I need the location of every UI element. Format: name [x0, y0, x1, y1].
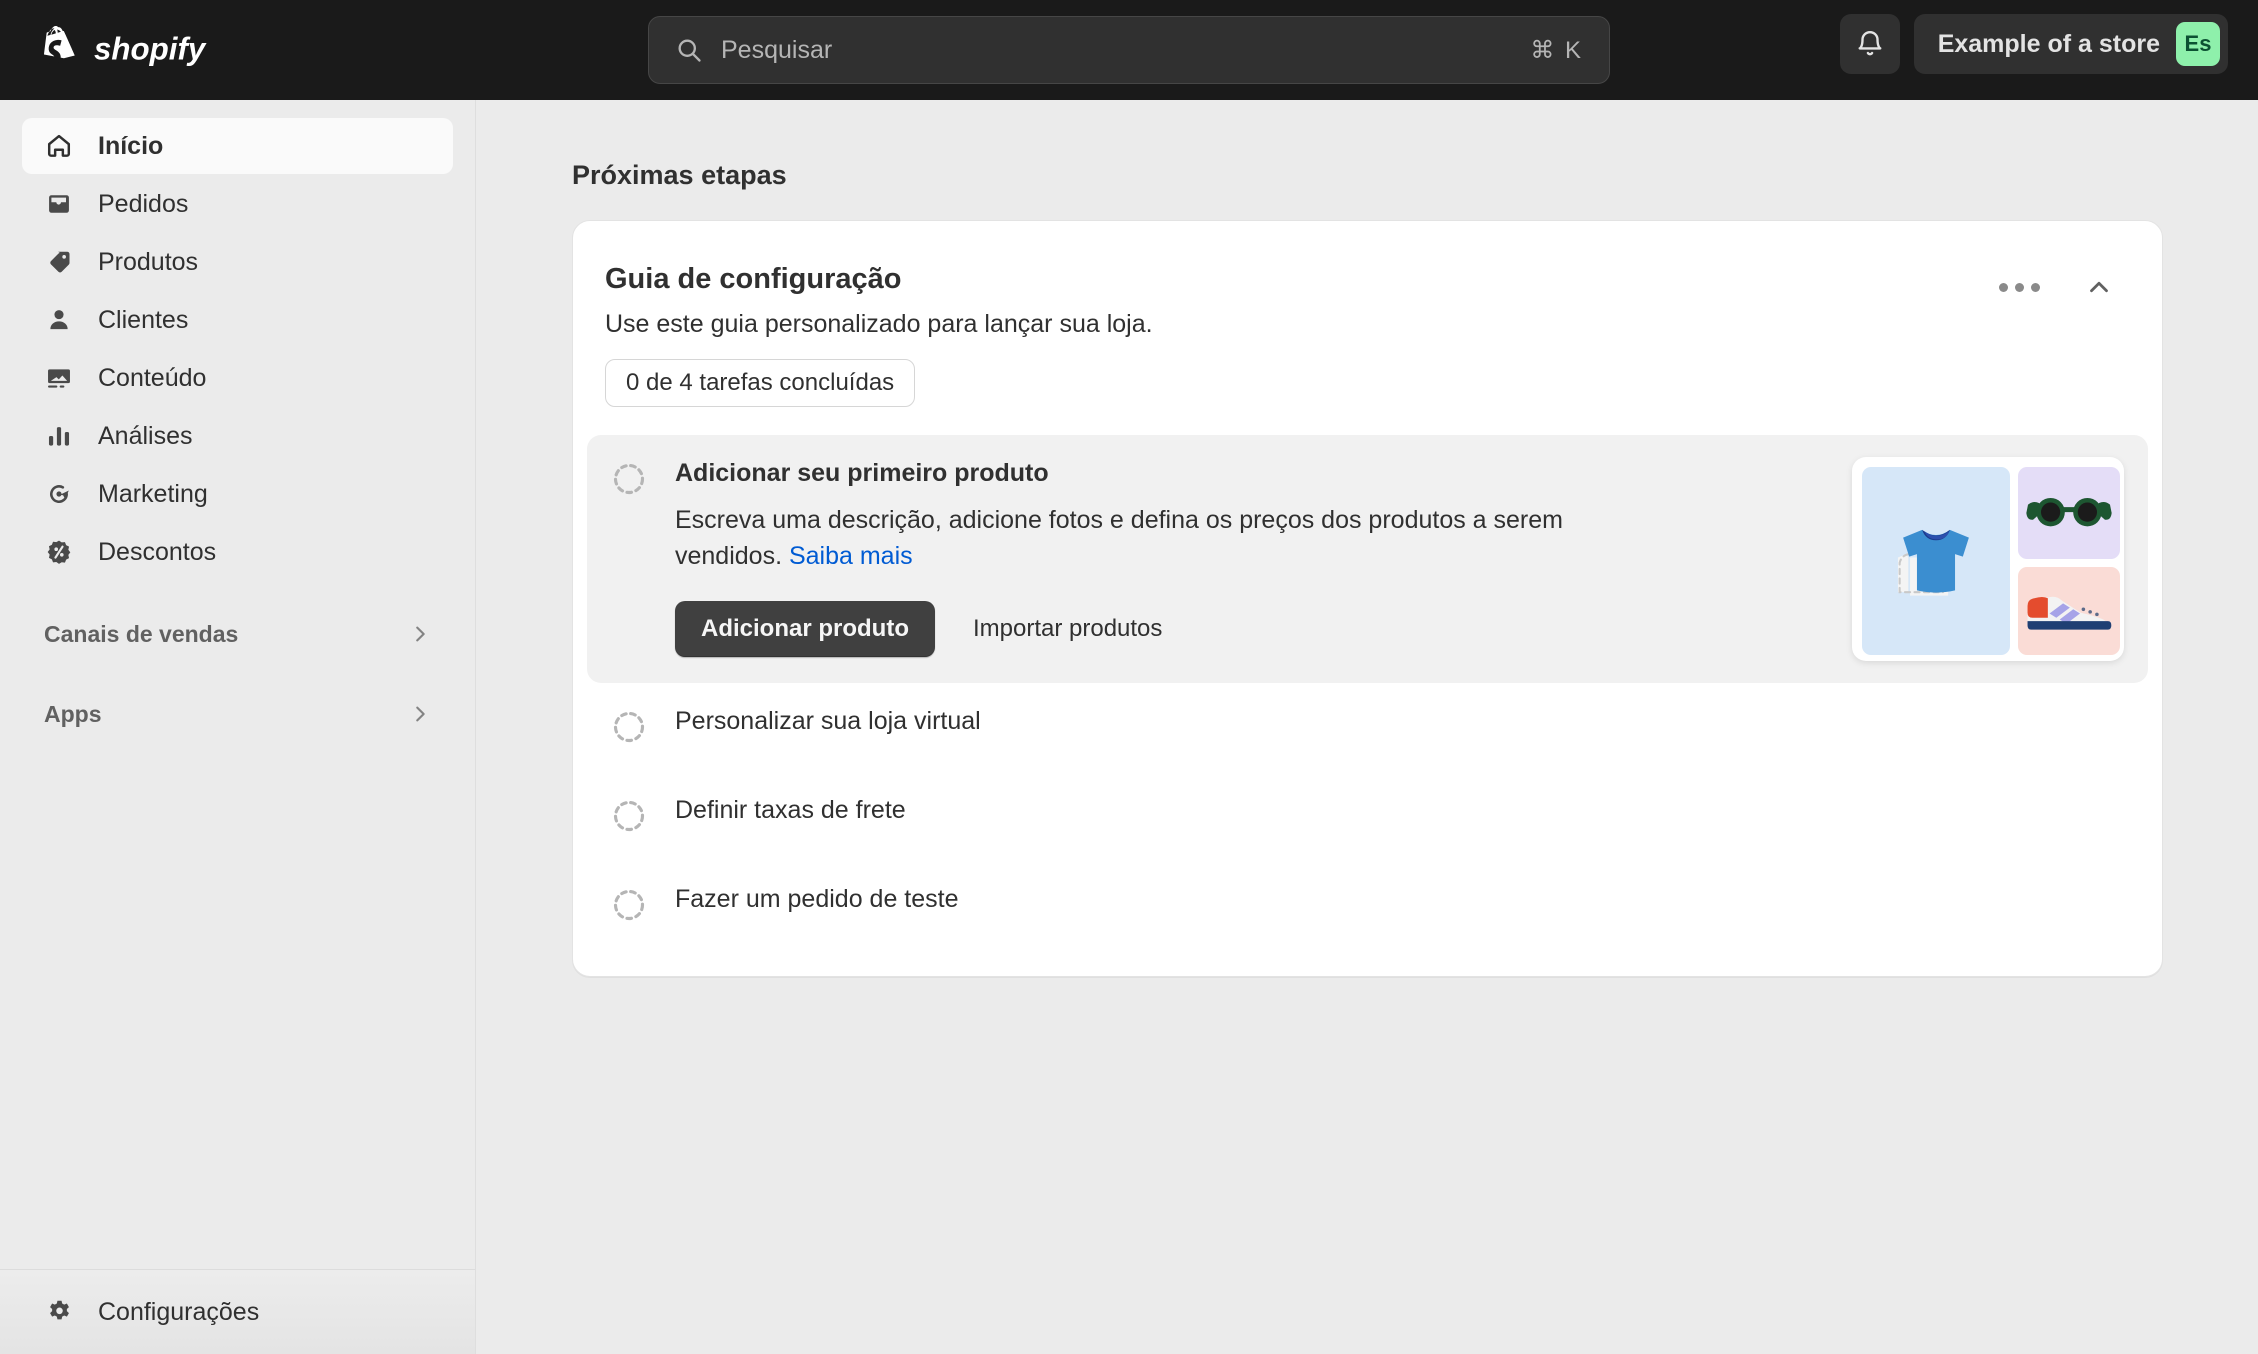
- chevron-right-icon: [416, 706, 425, 722]
- task-status[interactable]: [611, 883, 675, 928]
- shopify-bag-icon: [44, 26, 75, 65]
- sidebar-item-label: Conteúdo: [98, 363, 207, 392]
- task-status[interactable]: [611, 457, 675, 661]
- tshirt-icon: [1897, 529, 1969, 596]
- sidebar-item-label: Produtos: [98, 247, 199, 276]
- incomplete-circle-icon: [613, 800, 645, 832]
- sidebar-item-label: Análises: [98, 421, 193, 450]
- avatar: Es: [2176, 22, 2220, 66]
- svg-text:shopify: shopify: [94, 32, 207, 66]
- notifications-button[interactable]: [1839, 14, 1900, 74]
- orders-icon: [44, 189, 74, 219]
- setup-guide-actions: [1990, 261, 2128, 313]
- task-pedido-de-teste[interactable]: Fazer um pedido de teste: [587, 861, 2148, 950]
- task-definir-taxas-frete[interactable]: Definir taxas de frete: [587, 772, 2148, 861]
- setup-task-list: Adicionar seu primeiro produto Escreva u…: [573, 435, 2162, 950]
- sidebar-item-inicio[interactable]: Início: [22, 118, 453, 174]
- gear-icon: [44, 1297, 74, 1327]
- store-switcher-button[interactable]: Example of a store Es: [1913, 14, 2228, 74]
- setup-guide-title: Guia de configuração: [605, 263, 902, 295]
- setup-guide-subtitle: Use este guia personalizado para lançar …: [605, 310, 1153, 338]
- sidebar-item-descontos[interactable]: Descontos: [22, 524, 453, 580]
- sidebar-item-pedidos[interactable]: Pedidos: [22, 176, 453, 232]
- ellipsis-icon: [1998, 282, 2040, 292]
- top-bar: shopify Pesquisar ⌘ K Example of a store…: [0, 0, 2258, 100]
- task-title: Definir taxas de frete: [675, 796, 906, 824]
- task-body: Definir taxas de frete: [675, 794, 2124, 839]
- target-icon: [44, 479, 74, 509]
- learn-more-link[interactable]: Saiba mais: [789, 542, 913, 570]
- incomplete-circle-icon: [613, 463, 645, 495]
- task-personalizar-loja[interactable]: Personalizar sua loja virtual: [587, 683, 2148, 772]
- sidebar-item-clientes[interactable]: Clientes: [22, 292, 453, 348]
- sidebar: Início Pedidos Produtos Clientes Conteúd…: [0, 100, 476, 1354]
- page-title: Próximas etapas: [572, 160, 787, 190]
- sidebar-section-canais-de-vendas[interactable]: Canais de vendas: [22, 608, 453, 660]
- search-bar[interactable]: Pesquisar ⌘ K: [648, 16, 1610, 84]
- bar-chart-icon: [44, 421, 74, 451]
- store-name: Example of a store: [1937, 29, 2160, 58]
- incomplete-circle-icon: [613, 711, 645, 743]
- import-products-button[interactable]: Importar produtos: [957, 601, 1178, 657]
- task-title: Personalizar sua loja virtual: [675, 707, 981, 735]
- sidebar-item-label: Clientes: [98, 305, 189, 334]
- chevron-up-icon: [2090, 281, 2108, 293]
- top-bar-actions: Example of a store Es: [1839, 14, 2228, 74]
- more-options-button[interactable]: [1990, 261, 2048, 313]
- sidebar-item-label: Pedidos: [98, 189, 189, 218]
- sidebar-item-label: Descontos: [98, 537, 217, 566]
- sidebar-item-label: Início: [98, 131, 164, 160]
- sidebar-item-label: Marketing: [98, 479, 208, 508]
- task-description: Escreva uma descrição, adicione fotos e …: [675, 502, 1575, 575]
- sidebar-item-conteudo[interactable]: Conteúdo: [22, 350, 453, 406]
- sidebar-item-marketing[interactable]: Marketing: [22, 466, 453, 522]
- progress-badge: 0 de 4 tarefas concluídas: [605, 359, 916, 407]
- chevron-right-icon: [416, 626, 425, 642]
- task-adicionar-produto[interactable]: Adicionar seu primeiro produto Escreva u…: [587, 435, 2148, 683]
- sidebar-item-analises[interactable]: Análises: [22, 408, 453, 464]
- sidebar-nav-list: Início Pedidos Produtos Clientes Conteúd…: [0, 100, 475, 580]
- add-product-button[interactable]: Adicionar produto: [675, 600, 935, 657]
- task-status[interactable]: [611, 794, 675, 839]
- tshirt-illustration: [1862, 467, 2010, 655]
- task-body: Personalizar sua loja virtual: [675, 705, 2124, 750]
- search-input[interactable]: Pesquisar: [721, 36, 1530, 65]
- home-icon: [44, 131, 74, 161]
- setup-guide-header: Guia de configuração Use este guia perso…: [573, 251, 2162, 407]
- image-icon: [44, 363, 74, 393]
- sidebar-item-label: Configurações: [98, 1297, 260, 1326]
- search-shortcut-hint: ⌘ K: [1530, 36, 1583, 64]
- task-status[interactable]: [611, 705, 675, 750]
- shopify-logo[interactable]: shopify: [38, 26, 251, 74]
- sidebar-section-label: Canais de vendas: [44, 620, 239, 647]
- sneaker-icon: [2027, 596, 2112, 630]
- bell-icon: [1858, 31, 1882, 56]
- sidebar-item-configuracoes[interactable]: Configurações: [22, 1270, 453, 1354]
- collapse-card-button[interactable]: [2070, 261, 2128, 313]
- search-icon: [678, 39, 701, 62]
- shopify-wordmark: shopify: [94, 32, 207, 66]
- settings-row: Configurações: [0, 1269, 475, 1354]
- tag-icon: [44, 247, 74, 277]
- setup-guide-card: Guia de configuração Use este guia perso…: [572, 220, 2163, 977]
- sneaker-illustration: [2018, 567, 2120, 655]
- discount-icon: [44, 537, 74, 567]
- task-body: Fazer um pedido de teste: [675, 883, 2124, 928]
- task-title: Fazer um pedido de teste: [675, 885, 959, 913]
- incomplete-circle-icon: [613, 889, 645, 921]
- person-icon: [44, 305, 74, 335]
- main-content: Próximas etapas Guia de configuração Use…: [477, 100, 2258, 1354]
- sidebar-item-produtos[interactable]: Produtos: [22, 234, 453, 290]
- task-title: Adicionar seu primeiro produto: [675, 459, 1049, 487]
- task-buttons: Adicionar produto Importar produtos: [675, 600, 1826, 657]
- sunglasses-illustration: [2018, 467, 2120, 559]
- product-illustration: [1852, 457, 2124, 661]
- sunglasses-icon: [2026, 497, 2112, 527]
- sidebar-section-label: Apps: [44, 700, 102, 727]
- task-body: Adicionar seu primeiro produto Escreva u…: [675, 457, 1826, 661]
- sidebar-section-apps[interactable]: Apps: [22, 688, 453, 740]
